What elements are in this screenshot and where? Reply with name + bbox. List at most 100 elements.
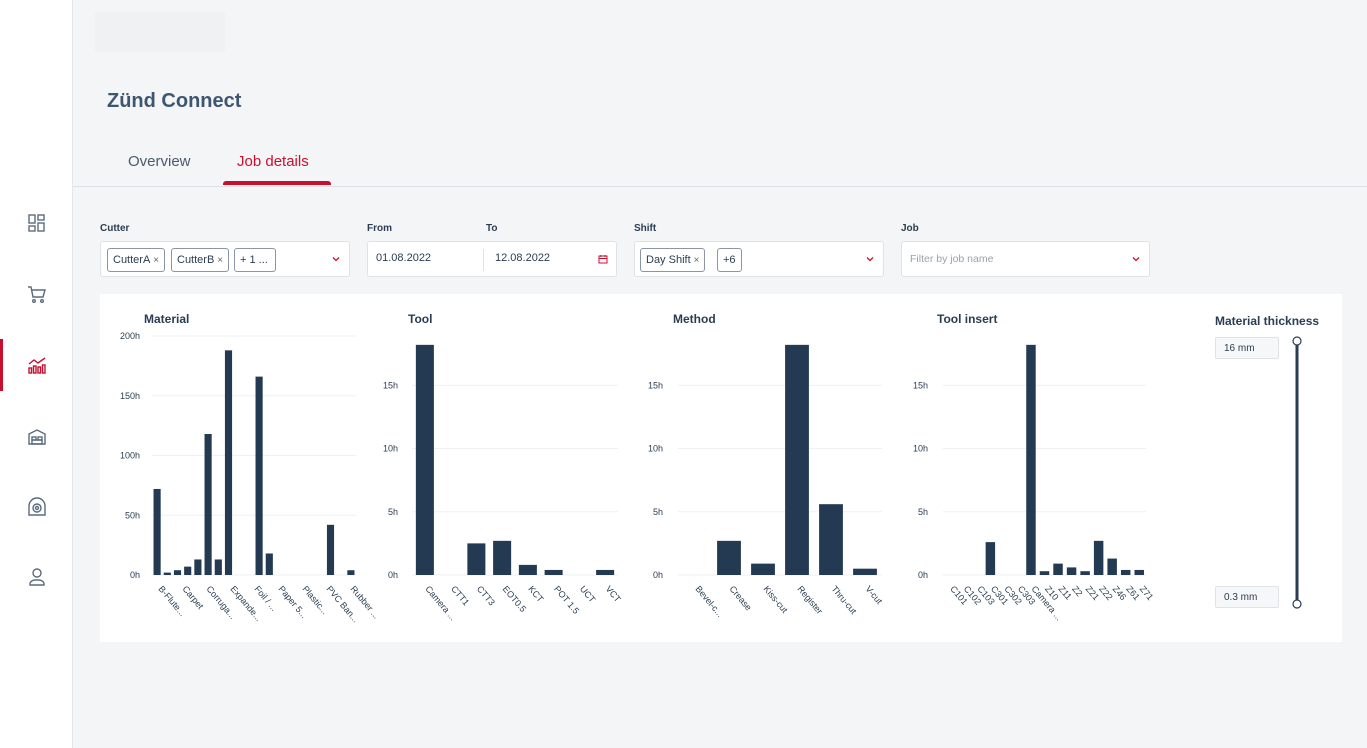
active-tab-indicator [223, 181, 331, 185]
tab-overview[interactable]: Overview [128, 153, 191, 170]
more-shifts-chip[interactable]: +6 [717, 248, 742, 272]
x-tick-label: UCT [578, 584, 598, 605]
job-filter-placeholder[interactable]: Filter by job name [910, 253, 993, 265]
x-tick-label: Z21 [1084, 584, 1102, 602]
sidebar-item-devices[interactable] [0, 483, 73, 531]
sidebar-item-user[interactable] [0, 553, 73, 601]
bar [1080, 571, 1090, 575]
shift-filter-label: Shift [634, 223, 657, 234]
date-separator [483, 249, 484, 271]
shift-chip[interactable]: Day Shift × [640, 248, 706, 272]
x-tick-label: V-cut [863, 584, 884, 607]
bar [819, 504, 843, 575]
bar [163, 572, 171, 575]
chip-label: Day Shift [646, 254, 691, 266]
y-tick-label: 10h [383, 444, 398, 454]
sidebar-item-warehouse[interactable] [0, 412, 73, 460]
from-label: From [367, 223, 392, 234]
sidebar-item-orders[interactable] [0, 270, 73, 318]
bar [194, 559, 202, 575]
bar [224, 350, 233, 575]
x-tick-label: VCT [604, 584, 624, 605]
bar [1093, 540, 1104, 575]
remove-chip-icon[interactable]: × [217, 255, 223, 266]
x-tick-label: Z71 [1138, 584, 1156, 602]
to-date-value[interactable]: 12.08.2022 [495, 252, 550, 264]
bar [173, 570, 182, 575]
x-tick-label: EOT0.5 [501, 584, 529, 614]
bar [1066, 567, 1077, 575]
top-placeholder-strip [95, 12, 225, 52]
y-tick-label: 15h [383, 380, 398, 390]
bar [596, 569, 615, 575]
y-tick-label: 10h [913, 444, 928, 454]
bar [255, 376, 263, 575]
x-tick-label: Register [795, 584, 824, 616]
x-tick-label: Thru-cut [829, 584, 859, 616]
remove-chip-icon[interactable]: × [694, 255, 700, 266]
x-tick-label: Z61 [1124, 584, 1142, 602]
y-tick-label: 5h [653, 507, 663, 517]
thickness-min-input[interactable]: 0.3 mm [1215, 586, 1279, 608]
more-cutters-chip[interactable]: + 1 ... [234, 248, 276, 272]
y-tick-label: 15h [648, 380, 663, 390]
calendar-icon[interactable] [598, 254, 608, 264]
bar [467, 543, 486, 575]
bar [184, 566, 192, 575]
to-label: To [486, 223, 498, 234]
job-filter-select[interactable]: Filter by job name [901, 241, 1150, 277]
bar [153, 488, 161, 575]
remove-chip-icon[interactable]: × [153, 255, 159, 266]
slider-handle-max [1292, 336, 1302, 346]
user-icon [28, 568, 45, 586]
shift-select[interactable]: Day Shift × +6 [634, 241, 884, 277]
x-tick-label: KCT [526, 584, 546, 605]
cutter-chip[interactable]: CutterA × [107, 248, 166, 272]
tab-job-details[interactable]: Job details [237, 153, 309, 170]
thickness-max-input[interactable]: 16 mm [1215, 337, 1279, 359]
y-tick-label: 0h [653, 570, 663, 580]
bar [785, 344, 809, 575]
bar [1134, 569, 1144, 575]
bar [717, 540, 741, 575]
x-tick-label: CTT1 [449, 584, 471, 608]
sidebar-item-analytics[interactable] [0, 339, 73, 391]
cart-icon [27, 286, 46, 303]
y-tick-label: 50h [125, 510, 140, 520]
job-filter-label: Job [901, 223, 919, 234]
charts-panel: Material Tool Method Tool insert Materia… [100, 294, 1342, 642]
cutter-select[interactable]: CutterA × CutterB × + 1 ... [100, 241, 350, 277]
cutter-chip[interactable]: CutterB × [171, 248, 230, 272]
x-tick-label: Z11 [1057, 584, 1074, 602]
y-tick-label: 10h [648, 444, 663, 454]
date-range-picker[interactable]: 01.08.2022 12.08.2022 [367, 241, 617, 277]
dashboard-icon [27, 214, 45, 232]
x-tick-label: CTT3 [475, 584, 497, 608]
page-title: Zünd Connect [107, 90, 242, 112]
bar [493, 540, 512, 575]
y-tick-label: 100h [120, 451, 140, 461]
x-tick-label: Z22 [1097, 584, 1115, 602]
chip-label: CutterB [177, 254, 215, 266]
from-date-value[interactable]: 01.08.2022 [376, 252, 431, 264]
x-tick-label: Kiss-cut [761, 584, 790, 615]
chevron-down-icon[interactable] [331, 254, 341, 264]
bar [1107, 558, 1117, 575]
bar [415, 344, 434, 575]
bar-charts: 0h50h100h150h200hB-Flute...CarpetCorruga… [120, 331, 1156, 624]
chevron-down-icon[interactable] [865, 254, 875, 264]
y-tick-label: 5h [918, 507, 928, 517]
x-tick-label: Bevel-c... [693, 584, 725, 619]
sidebar-item-dashboard[interactable] [0, 199, 73, 247]
chevron-down-icon[interactable] [1131, 254, 1141, 264]
bar [853, 568, 877, 575]
bar [985, 542, 996, 575]
y-tick-label: 5h [388, 507, 398, 517]
bar [1026, 344, 1036, 575]
x-tick-label: Z46 [1111, 584, 1129, 602]
thickness-range-slider[interactable] [1289, 334, 1305, 610]
bar [265, 553, 273, 575]
x-tick-label: Crease [727, 584, 753, 613]
y-tick-label: 0h [130, 570, 140, 580]
chip-label: CutterA [113, 254, 151, 266]
